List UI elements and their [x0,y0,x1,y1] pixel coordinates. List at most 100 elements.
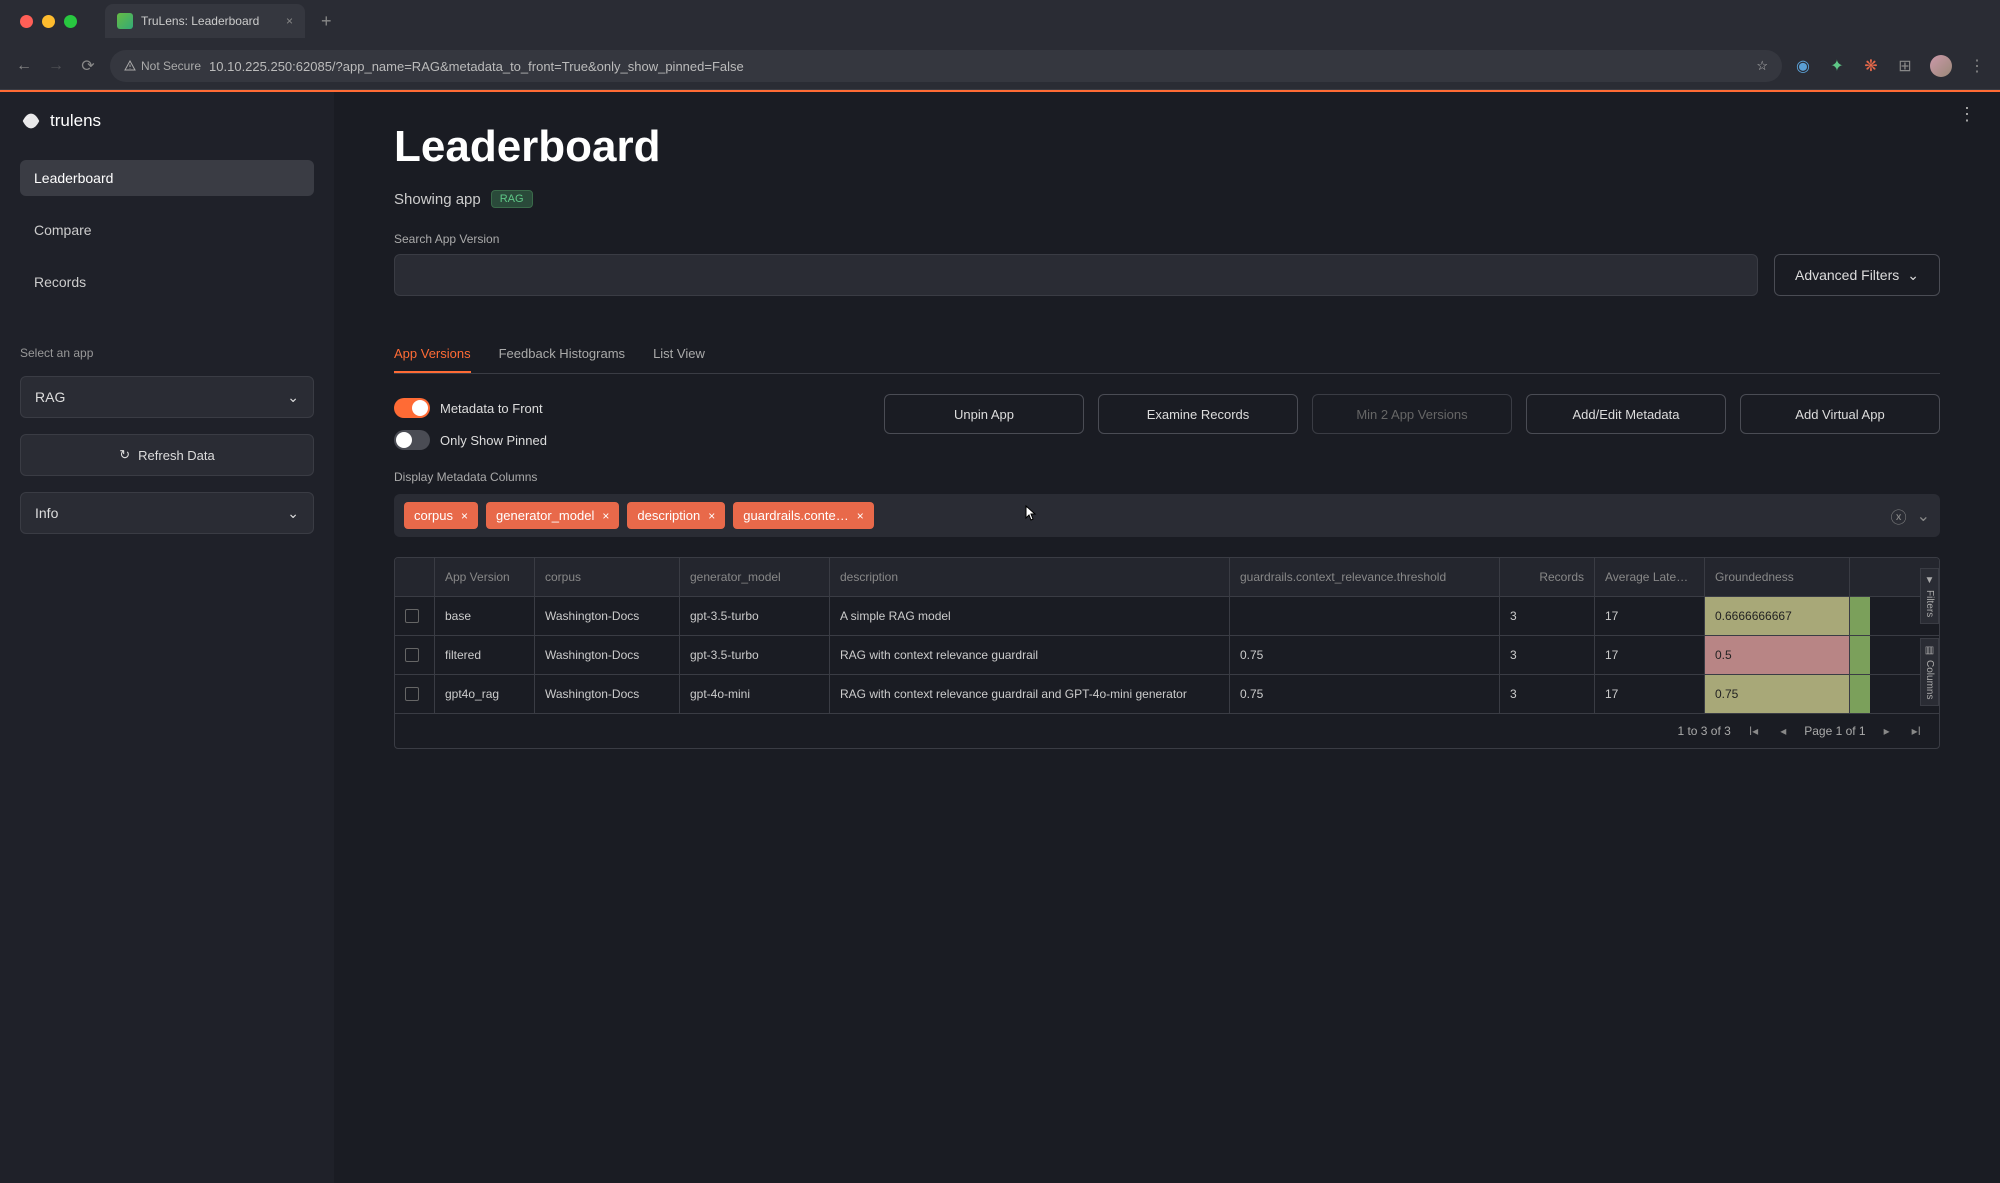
metadata-columns-label: Display Metadata Columns [394,470,1940,484]
metadata-chips[interactable]: corpus× generator_model× description× gu… [394,494,1940,537]
chip-remove-icon[interactable]: × [461,509,468,523]
cell-corpus: Washington-Docs [535,636,680,674]
puzzle-icon[interactable]: ⊞ [1896,57,1914,75]
traffic-lights [12,15,77,28]
cell-generator: gpt-4o-mini [680,675,830,713]
chip-corpus[interactable]: corpus× [404,502,478,529]
kebab-menu-icon[interactable]: ⋮ [1968,57,1986,75]
cell-description: RAG with context relevance guardrail and… [830,675,1230,713]
cell-corpus: Washington-Docs [535,597,680,635]
unpin-app-button[interactable]: Unpin App [884,394,1084,434]
cell-groundedness: 0.5 [1705,636,1850,674]
add-edit-metadata-button[interactable]: Add/Edit Metadata [1526,394,1726,434]
col-latency[interactable]: Average Latency [1595,558,1705,596]
sidebar-item-compare[interactable]: Compare [20,212,314,248]
table-row[interactable]: gpt4o_ragWashington-Docsgpt-4o-miniRAG w… [395,675,1939,714]
metadata-to-front-toggle[interactable] [394,398,430,418]
pager-last-icon[interactable]: ▸I [1908,724,1925,738]
cell-records: 3 [1500,597,1595,635]
back-button[interactable]: ← [14,57,34,75]
cursor-icon [1024,505,1038,523]
favicon-icon [117,13,133,29]
table-row[interactable]: baseWashington-Docsgpt-3.5-turboA simple… [395,597,1939,636]
chevron-down-icon: ⌄ [287,389,299,406]
eye-icon[interactable]: ◉ [1794,57,1812,75]
browser-tab[interactable]: TruLens: Leaderboard × [105,4,305,38]
sidebar: trulens Leaderboard Compare Records Sele… [0,92,334,1183]
pagination: 1 to 3 of 3 I◂ ◂ Page 1 of 1 ▸ ▸I [395,714,1939,748]
chevron-down-icon[interactable]: ⌄ [1917,506,1930,526]
columns-side-tab[interactable]: ▥Columns [1920,638,1939,706]
row-checkbox[interactable] [405,648,419,662]
col-corpus[interactable]: corpus [535,558,680,596]
chip-remove-icon[interactable]: × [602,509,609,523]
profile-avatar[interactable] [1930,55,1952,77]
tab-list-view[interactable]: List View [653,336,705,373]
tab-feedback-histograms[interactable]: Feedback Histograms [499,336,625,373]
row-checkbox[interactable] [405,609,419,623]
add-virtual-app-button[interactable]: Add Virtual App [1740,394,1940,434]
star-icon[interactable]: ☆ [1756,58,1768,74]
window-close-icon[interactable] [20,15,33,28]
app-root: trulens Leaderboard Compare Records Sele… [0,92,2000,1183]
search-input[interactable] [394,254,1758,296]
tab-title: TruLens: Leaderboard [141,14,259,28]
cell-sparkbar [1850,675,1870,713]
refresh-data-button[interactable]: ↻ Refresh Data [20,434,314,476]
view-tabs: App Versions Feedback Histograms List Vi… [394,336,1940,374]
showing-app: Showing app RAG [394,190,1940,208]
new-tab-button[interactable]: + [321,11,332,32]
extension1-icon[interactable]: ✦ [1828,57,1846,75]
only-show-pinned-toggle[interactable] [394,430,430,450]
examine-records-button[interactable]: Examine Records [1098,394,1298,434]
col-records[interactable]: Records [1500,558,1595,596]
pager-prev-icon[interactable]: ◂ [1776,724,1790,738]
url-text: 10.10.225.250:62085/?app_name=RAG&metada… [209,59,744,74]
leaderboard-table: ▼Filters ▥Columns App Version corpus gen… [394,557,1940,749]
extension2-icon[interactable]: ❋ [1862,57,1880,75]
col-app-version[interactable]: App Version [435,558,535,596]
logo-text: trulens [50,111,101,131]
url-field[interactable]: Not Secure 10.10.225.250:62085/?app_name… [110,50,1782,82]
chip-description[interactable]: description× [627,502,725,529]
col-groundedness[interactable]: Groundedness [1705,558,1850,596]
address-bar: ← → ⟳ Not Secure 10.10.225.250:62085/?ap… [0,42,2000,90]
browser-chrome: TruLens: Leaderboard × + ← → ⟳ Not Secur… [0,0,2000,90]
filters-side-tab[interactable]: ▼Filters [1920,568,1939,624]
window-maximize-icon[interactable] [64,15,77,28]
pager-next-icon[interactable]: ▸ [1880,724,1894,738]
col-generator-model[interactable]: generator_model [680,558,830,596]
col-description[interactable]: description [830,558,1230,596]
tab-close-icon[interactable]: × [286,14,293,28]
clear-all-icon[interactable]: ⓧ [1891,504,1907,528]
table-row[interactable]: filteredWashington-Docsgpt-3.5-turboRAG … [395,636,1939,675]
tab-app-versions[interactable]: App Versions [394,336,471,373]
chip-generator-model[interactable]: generator_model× [486,502,619,529]
reload-button[interactable]: ⟳ [78,56,98,76]
cell-description: A simple RAG model [830,597,1230,635]
toggle-label: Only Show Pinned [440,433,547,448]
app-select[interactable]: RAG ⌄ [20,376,314,418]
pager-first-icon[interactable]: I◂ [1745,724,1762,738]
sidebar-item-leaderboard[interactable]: Leaderboard [20,160,314,196]
cell-records: 3 [1500,675,1595,713]
cell-sparkbar [1850,597,1870,635]
chip-remove-icon[interactable]: × [708,509,715,523]
cell-corpus: Washington-Docs [535,675,680,713]
chip-remove-icon[interactable]: × [857,509,864,523]
info-expander[interactable]: Info ⌄ [20,492,314,534]
cell-generator: gpt-3.5-turbo [680,636,830,674]
page-menu-icon[interactable]: ⋮ [1958,104,1976,125]
advanced-filters-button[interactable]: Advanced Filters ⌄ [1774,254,1940,296]
chip-guardrails[interactable]: guardrails.conte…× [733,502,874,529]
row-checkbox[interactable] [405,687,419,701]
forward-button[interactable]: → [46,57,66,75]
sidebar-item-records[interactable]: Records [20,264,314,300]
app-badge: RAG [491,190,533,208]
main-content: ⋮ Leaderboard Showing app RAG Search App… [334,92,2000,1183]
col-guardrails[interactable]: guardrails.context_relevance.threshold [1230,558,1500,596]
window-minimize-icon[interactable] [42,15,55,28]
cell-guardrails [1230,597,1500,635]
cell-groundedness: 0.6666666667 [1705,597,1850,635]
browser-action-icons: ◉ ✦ ❋ ⊞ ⋮ [1794,55,1986,77]
